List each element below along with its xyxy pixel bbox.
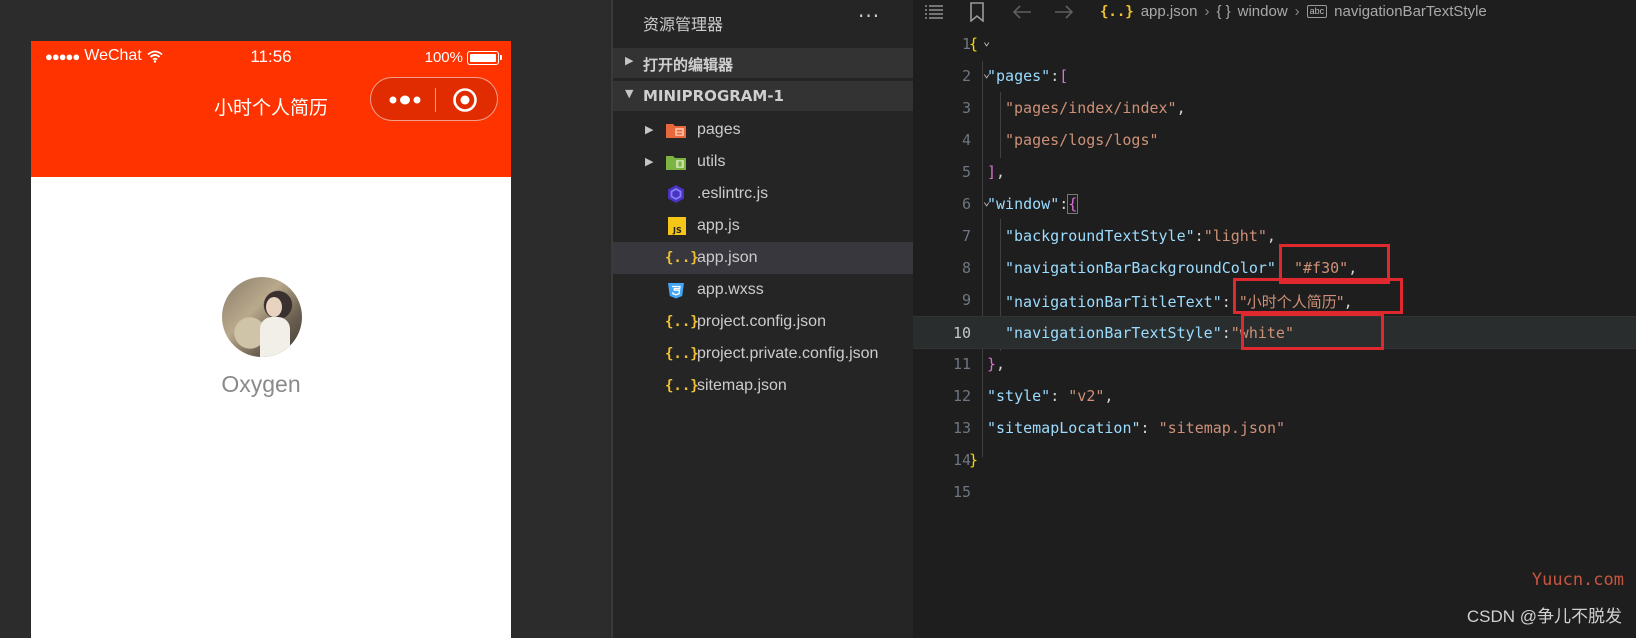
forward-arrow-icon[interactable] (1054, 4, 1074, 20)
json-icon: {..} (665, 314, 699, 330)
eslint-icon (668, 185, 684, 203)
phone-screen: ●●●●● WeChat 11:56 100% 小时个人简历 Oxygen (31, 41, 511, 638)
watermark-site: Yuucn.com (1531, 570, 1624, 590)
code-line[interactable]: 5 ], (913, 156, 1636, 189)
chevron-down-icon: ▼ (625, 87, 634, 100)
svg-text:JS: JS (672, 226, 682, 235)
code-line[interactable]: 6 ⌄ "window":{ (913, 188, 1636, 221)
code-line[interactable]: 11 }, (913, 348, 1636, 381)
explorer-title: 资源管理器 (643, 15, 724, 34)
tree-folder-utils[interactable]: ▶ utils (613, 146, 915, 178)
breadcrumb: {..} app.json › { } window › abc navigat… (913, 0, 1636, 26)
tree-file-app-wxss[interactable]: app.wxss (613, 274, 915, 306)
tree-file-project-config[interactable]: {..} project.config.json (613, 306, 915, 338)
code-line[interactable]: 13 "sitemapLocation": "sitemap.json" (913, 412, 1636, 445)
battery-percent: 100% (424, 49, 463, 66)
chevron-down-icon[interactable]: ⌄ (983, 34, 990, 48)
capsule-divider (435, 88, 436, 112)
json-icon: {..} (665, 346, 699, 362)
chevron-right-icon: ▶ (645, 156, 654, 168)
json-icon: {..} (1100, 3, 1134, 20)
js-icon: JS (668, 217, 686, 235)
user-avatar[interactable] (222, 277, 302, 357)
explorer-more-icon[interactable]: ··· (858, 4, 880, 28)
code-line[interactable]: 14 } (913, 444, 1636, 477)
chevron-right-icon: › (1294, 3, 1300, 20)
navigation-bar: 小时个人简历 (31, 73, 511, 177)
code-line[interactable]: 1 ⌄ { (913, 28, 1636, 61)
back-arrow-icon[interactable] (1012, 4, 1032, 20)
file-explorer: 资源管理器 ··· ▶ 打开的编辑器 ▼ MINIPROGRAM-1 ▶ pag… (611, 0, 915, 638)
tree-folder-pages[interactable]: ▶ pages (613, 114, 915, 146)
code-line[interactable]: 4 "pages/logs/logs" (913, 124, 1636, 157)
tree-file-eslintrc[interactable]: .eslintrc.js (613, 178, 915, 210)
json-icon: {..} (665, 378, 699, 394)
code-editor: {..} app.json › { } window › abc navigat… (913, 0, 1636, 638)
chevron-right-icon: ▶ (625, 54, 634, 67)
code-line[interactable]: 12 "style": "v2", (913, 380, 1636, 413)
chevron-right-icon: › (1204, 3, 1210, 20)
user-nickname: Oxygen (221, 371, 301, 397)
code-line[interactable]: 3 "pages/index/index", (913, 92, 1636, 125)
folder-utils-icon (666, 156, 686, 170)
wechat-capsule-menu[interactable] (370, 77, 498, 121)
highlight-box-text-style (1241, 313, 1384, 350)
folder-pages-icon (666, 124, 686, 138)
breadcrumb-window[interactable]: window (1238, 3, 1288, 20)
tree-file-project-private-config[interactable]: {..} project.private.config.json (613, 338, 915, 370)
code-line[interactable]: 15 (913, 476, 1636, 509)
close-miniprogram-icon[interactable] (452, 87, 478, 113)
tree-file-app-json[interactable]: {..} app.json (613, 242, 915, 274)
chevron-right-icon: ▶ (645, 124, 654, 136)
braces-icon: { } (1216, 3, 1231, 20)
list-icon[interactable] (924, 4, 944, 20)
status-bar: ●●●●● WeChat 11:56 100% (31, 41, 511, 73)
section-open-editors[interactable]: ▶ 打开的编辑器 (613, 48, 915, 78)
tree-file-sitemap[interactable]: {..} sitemap.json (613, 370, 915, 402)
css-icon (668, 283, 684, 299)
breadcrumb-file[interactable]: app.json (1141, 3, 1198, 20)
more-dots-icon[interactable] (388, 92, 422, 108)
section-miniprogram-1[interactable]: ▼ MINIPROGRAM-1 (613, 81, 915, 111)
string-property-icon: abc (1306, 5, 1328, 18)
code-line[interactable]: 7 "backgroundTextStyle":"light", (913, 220, 1636, 253)
breadcrumb-property[interactable]: navigationBarTextStyle (1334, 3, 1487, 20)
bookmark-icon[interactable] (969, 2, 985, 22)
highlight-box-title-text (1233, 278, 1403, 314)
code-line[interactable]: 2 ⌄ "pages":[ (913, 60, 1636, 93)
json-icon: {..} (665, 250, 699, 266)
tree-file-app-js[interactable]: JS app.js (613, 210, 915, 242)
battery-icon (467, 50, 502, 65)
watermark-csdn: CSDN @争儿不脱发 (1466, 607, 1622, 626)
